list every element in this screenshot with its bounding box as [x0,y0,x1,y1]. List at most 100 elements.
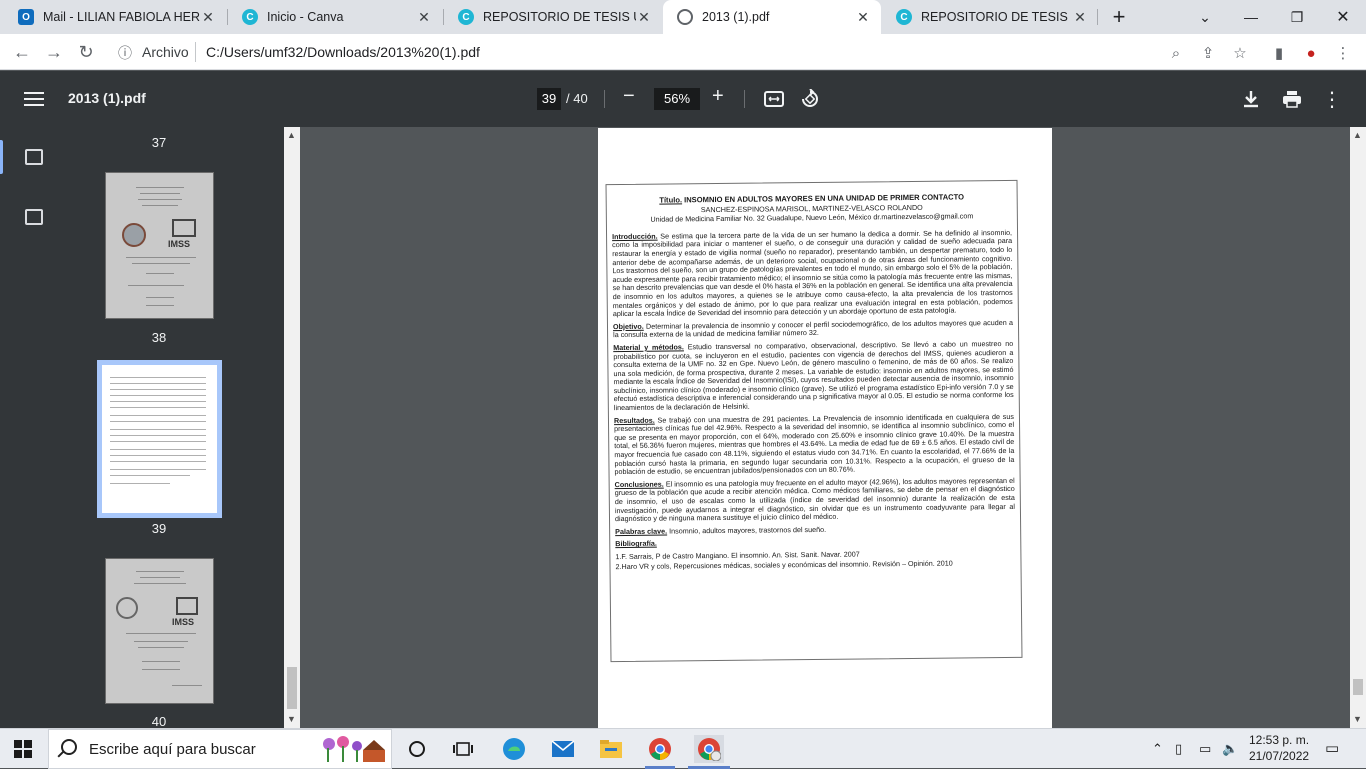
network-icon[interactable]: ▯ [1175,741,1182,757]
scroll-down-icon[interactable]: ▼ [287,714,296,724]
sidebar-rail [0,127,66,728]
scroll-up-icon[interactable]: ▲ [287,130,296,140]
scroll-up-icon[interactable]: ▲ [1353,130,1362,140]
new-tab-button[interactable]: + [1096,0,1142,34]
omnibox-divider [195,42,196,62]
section-introduccion: Introducción. Se estima que la tercera p… [612,227,1013,319]
zoom-out-button[interactable]: − [623,85,635,108]
viewer-scrollbar[interactable]: ▲ ▼ [1350,127,1366,728]
scheme-label: Archivo [142,44,189,60]
scroll-thumb[interactable] [1353,679,1363,695]
abstract-box: Título. INSOMNIO EN ADULTOS MAYORES EN U… [605,179,1023,663]
scroll-down-icon[interactable]: ▼ [1353,714,1362,724]
chrome-icon[interactable] [645,735,675,763]
thumbnail-sidebar: 37 IMSS 38 39 IMSS 40 ▲ ▼ [0,127,300,729]
mail-icon[interactable] [548,735,578,763]
hamburger-menu-icon[interactable] [22,89,46,109]
side-panel-icon[interactable]: ▮ [1267,41,1291,65]
canva-icon: C [896,9,912,25]
section-palabras-clave: Palabras clave. Insomnio, adultos mayore… [615,524,827,536]
close-icon[interactable]: ✕ [416,9,432,26]
cortana-icon[interactable] [402,735,432,763]
tab-title: REPOSITORIO DE TESIS UMF [483,10,636,24]
more-options-icon[interactable]: ⋮ [1320,87,1344,111]
zoom-icon[interactable]: ⌕ [1164,41,1188,65]
minimize-button[interactable]: — [1228,0,1274,34]
taskbar: Escribe aquí para buscar ⌃ ▯ ▭ 🔈 12:53 p… [0,728,1366,769]
thumbnail-page-40[interactable]: IMSS [105,558,214,704]
download-icon[interactable] [1239,87,1263,111]
tab-canva[interactable]: C Inicio - Canva ✕ [228,0,442,34]
title-label: Título. [659,195,683,205]
document-title: 2013 (1).pdf [68,90,146,106]
tab-mail[interactable]: O Mail - LILIAN FABIOLA HERN... ✕ [4,0,226,34]
tab-search-chevron-icon[interactable]: ⌄ [1182,0,1228,34]
browser-menu-icon[interactable]: ⋮ [1331,41,1355,65]
bookmark-star-icon[interactable]: ☆ [1228,41,1252,65]
thumbnail-number: 40 [151,714,167,729]
address-input[interactable]: C:/Users/umf32/Downloads/2013%20(1).pdf [206,44,480,60]
thumbnail-number: 38 [151,330,167,345]
notifications-icon[interactable]: ▭ [1325,739,1339,757]
fit-to-page-icon[interactable] [762,87,786,111]
section-conclusiones: Conclusiones. El insomnio es una patolog… [614,475,1015,524]
thumbnail-page-38[interactable]: IMSS [105,172,214,319]
close-icon[interactable]: ✕ [200,9,216,26]
pdf-toolbar: 2013 (1).pdf 39 / 40 − 56% + ⋮ [0,71,1366,127]
tab-title: Mail - LILIAN FABIOLA HERN... [43,10,200,24]
profile-icon[interactable]: ● [1299,41,1323,65]
page-number-input[interactable]: 39 [537,88,561,110]
browser-toolbar: ← → ↻ ⓘ Archivo C:/Users/umf32/Downloads… [0,34,1366,70]
section-resultados: Resultados. Se trabajó con una muestra d… [613,411,1015,477]
windows-start-icon[interactable] [14,740,32,758]
back-button[interactable]: ← [10,40,34,64]
globe-icon [677,9,693,25]
reload-button[interactable]: ↻ [74,40,98,64]
page-total: / 40 [566,91,588,106]
maximize-button[interactable]: ❐ [1274,0,1320,34]
zoom-in-button[interactable]: + [712,85,724,108]
info-icon[interactable]: ⓘ [118,43,132,63]
tab-repositorio-2[interactable]: C REPOSITORIO DE TESIS UMF ✕ [882,0,1098,34]
outlook-icon: O [18,9,34,25]
close-icon[interactable]: ✕ [1072,9,1088,26]
task-view-icon[interactable] [448,735,478,763]
active-indicator [0,140,3,174]
search-icon [61,739,77,755]
abstract-affiliation: Unidad de Medicina Familiar No. 32 Guada… [650,211,974,224]
chevron-up-icon[interactable]: ⌃ [1152,741,1163,757]
thumbnail-page-39[interactable] [97,360,222,518]
rotate-icon[interactable] [798,87,822,111]
outline-icon[interactable] [25,209,43,225]
forward-button[interactable]: → [42,40,66,64]
thumbnails-icon[interactable] [25,149,43,165]
flowers-icon [323,736,385,762]
edge-icon[interactable] [499,735,529,763]
close-icon[interactable]: ✕ [855,9,871,26]
close-icon[interactable]: ✕ [636,9,652,26]
pdf-page: Título. INSOMNIO EN ADULTOS MAYORES EN U… [598,128,1052,728]
clock-date[interactable]: 21/07/2022 [1249,749,1309,763]
volume-icon[interactable]: 🔈 [1222,741,1238,757]
print-icon[interactable] [1280,87,1304,111]
thumbnail-number: 37 [151,135,167,150]
chrome-profile-icon[interactable] [694,735,724,763]
scroll-thumb[interactable] [287,667,297,709]
tab-pdf[interactable]: 2013 (1).pdf ✕ [663,0,881,34]
search-input[interactable]: Escribe aquí para buscar [89,741,256,758]
sidebar-scrollbar[interactable]: ▲ ▼ [284,127,300,728]
share-icon[interactable]: ⇪ [1196,41,1220,65]
clock-time[interactable]: 12:53 p. m. [1249,733,1309,747]
toolbar-divider [744,90,745,108]
tab-strip: O Mail - LILIAN FABIOLA HERN... ✕ C Inic… [0,0,1366,34]
taskbar-search[interactable]: Escribe aquí para buscar [48,729,392,769]
canva-icon: C [458,9,474,25]
tab-repositorio-1[interactable]: C REPOSITORIO DE TESIS UMF ✕ [444,0,662,34]
zoom-input[interactable]: 56% [654,88,700,110]
file-explorer-icon[interactable] [596,735,626,763]
document-viewer: Título. INSOMNIO EN ADULTOS MAYORES EN U… [300,127,1350,728]
tab-title: REPOSITORIO DE TESIS UMF [921,10,1072,24]
canva-icon: C [242,9,258,25]
battery-icon[interactable]: ▭ [1199,741,1211,757]
close-window-button[interactable]: ✕ [1320,0,1366,34]
